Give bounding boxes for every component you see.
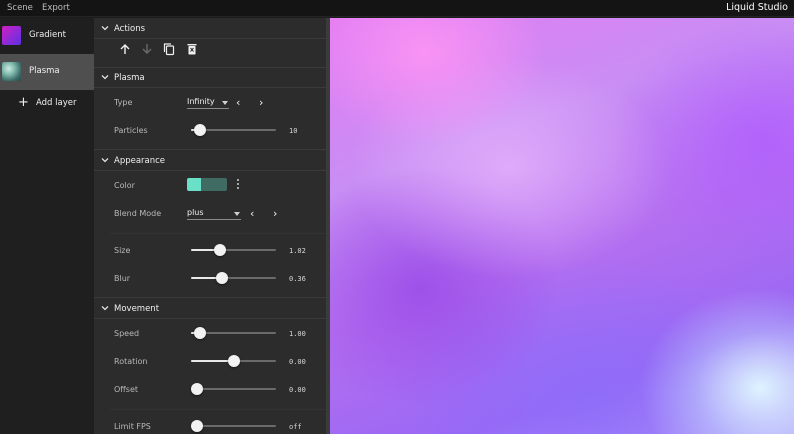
limit-fps-value: off xyxy=(289,423,302,431)
layer-name: Gradient xyxy=(29,30,66,40)
section-title: Movement xyxy=(114,304,160,314)
delete-icon[interactable] xyxy=(185,42,199,56)
type-label: Type xyxy=(114,98,133,107)
slider-knob[interactable] xyxy=(191,383,203,395)
section-header-appearance[interactable]: Appearance xyxy=(94,153,326,171)
section-header-plasma[interactable]: Plasma xyxy=(94,70,326,88)
type-select[interactable]: Infinity xyxy=(187,97,229,109)
menu-export[interactable]: Export xyxy=(42,3,70,13)
arrow-down-icon[interactable] xyxy=(140,42,154,56)
layer-item-plasma[interactable]: Plasma xyxy=(0,54,94,90)
section-title: Appearance xyxy=(114,156,166,166)
section-title: Plasma xyxy=(114,73,145,83)
divider xyxy=(94,170,326,171)
particles-value: 10 xyxy=(289,127,298,135)
layer-name: Plasma xyxy=(29,66,60,76)
properties-panel: Actions Plasma Type Infinity ‹ › Particl… xyxy=(94,18,326,434)
divider xyxy=(110,409,326,410)
rotation-slider[interactable] xyxy=(191,355,276,367)
size-slider[interactable] xyxy=(191,244,276,256)
blend-mode-select[interactable]: plus xyxy=(187,208,241,220)
blur-label: Blur xyxy=(114,274,131,283)
color-swatch[interactable] xyxy=(187,178,227,191)
caret-down-icon xyxy=(234,212,240,216)
slider-knob[interactable] xyxy=(191,420,203,432)
type-prev-button[interactable]: ‹ xyxy=(236,97,240,108)
top-bar: Scene Export Liquid Studio xyxy=(0,0,794,17)
section-title: Actions xyxy=(114,24,146,34)
offset-label: Offset xyxy=(114,385,139,394)
app-title: Liquid Studio xyxy=(726,2,788,13)
speed-slider[interactable] xyxy=(191,327,276,339)
divider xyxy=(94,87,326,88)
add-layer-label: Add layer xyxy=(36,98,77,108)
speed-value: 1.00 xyxy=(289,330,306,338)
size-value: 1.02 xyxy=(289,247,306,255)
blur-slider[interactable] xyxy=(191,272,276,284)
divider xyxy=(94,38,326,39)
divider xyxy=(110,233,326,234)
blend-next-button[interactable]: › xyxy=(273,208,277,219)
layer-item-gradient[interactable]: Gradient xyxy=(0,18,94,54)
rotation-value: 0.00 xyxy=(289,358,306,366)
color-label: Color xyxy=(114,181,135,190)
slider-track xyxy=(191,388,276,390)
blend-mode-label: Blend Mode xyxy=(114,209,162,218)
rotation-label: Rotation xyxy=(114,357,148,366)
blend-prev-button[interactable]: ‹ xyxy=(250,208,254,219)
offset-slider[interactable] xyxy=(191,383,276,395)
particles-slider[interactable] xyxy=(191,124,276,136)
size-label: Size xyxy=(114,246,131,255)
offset-value: 0.00 xyxy=(289,386,306,394)
chevron-down-icon xyxy=(101,26,109,31)
copy-icon[interactable] xyxy=(162,42,176,56)
plasma-thumbnail xyxy=(2,62,21,81)
slider-knob[interactable] xyxy=(227,355,240,367)
caret-down-icon xyxy=(222,101,228,105)
blur-value: 0.36 xyxy=(289,275,306,283)
gradient-thumbnail xyxy=(2,26,21,45)
section-header-movement[interactable]: Movement xyxy=(94,301,326,319)
render-canvas[interactable] xyxy=(330,18,794,434)
color-swatch-secondary xyxy=(201,178,227,191)
particles-label: Particles xyxy=(114,126,148,135)
section-header-actions[interactable]: Actions xyxy=(94,21,326,39)
slider-knob[interactable] xyxy=(213,244,226,256)
more-options-icon[interactable] xyxy=(235,179,241,191)
divider xyxy=(94,67,326,68)
blend-mode-value: plus xyxy=(187,208,204,217)
slider-track xyxy=(191,425,276,427)
arrow-up-icon[interactable] xyxy=(118,42,132,56)
divider xyxy=(94,149,326,150)
limit-fps-slider[interactable] xyxy=(191,420,276,432)
color-swatch-primary xyxy=(187,178,201,191)
speed-label: Speed xyxy=(114,329,140,338)
chevron-down-icon xyxy=(101,158,109,163)
divider xyxy=(94,318,326,319)
slider-knob[interactable] xyxy=(193,124,206,136)
plus-icon: + xyxy=(18,95,29,110)
slider-knob[interactable] xyxy=(215,272,228,284)
type-next-button[interactable]: › xyxy=(259,97,263,108)
slider-knob[interactable] xyxy=(193,327,206,339)
divider xyxy=(94,297,326,298)
menu-scene[interactable]: Scene xyxy=(7,3,33,13)
layers-sidebar: Gradient Plasma + Add layer xyxy=(0,18,94,434)
chevron-down-icon xyxy=(101,75,109,80)
type-value: Infinity xyxy=(187,97,215,106)
limit-fps-label: Limit FPS xyxy=(114,422,151,431)
chevron-down-icon xyxy=(101,306,109,311)
